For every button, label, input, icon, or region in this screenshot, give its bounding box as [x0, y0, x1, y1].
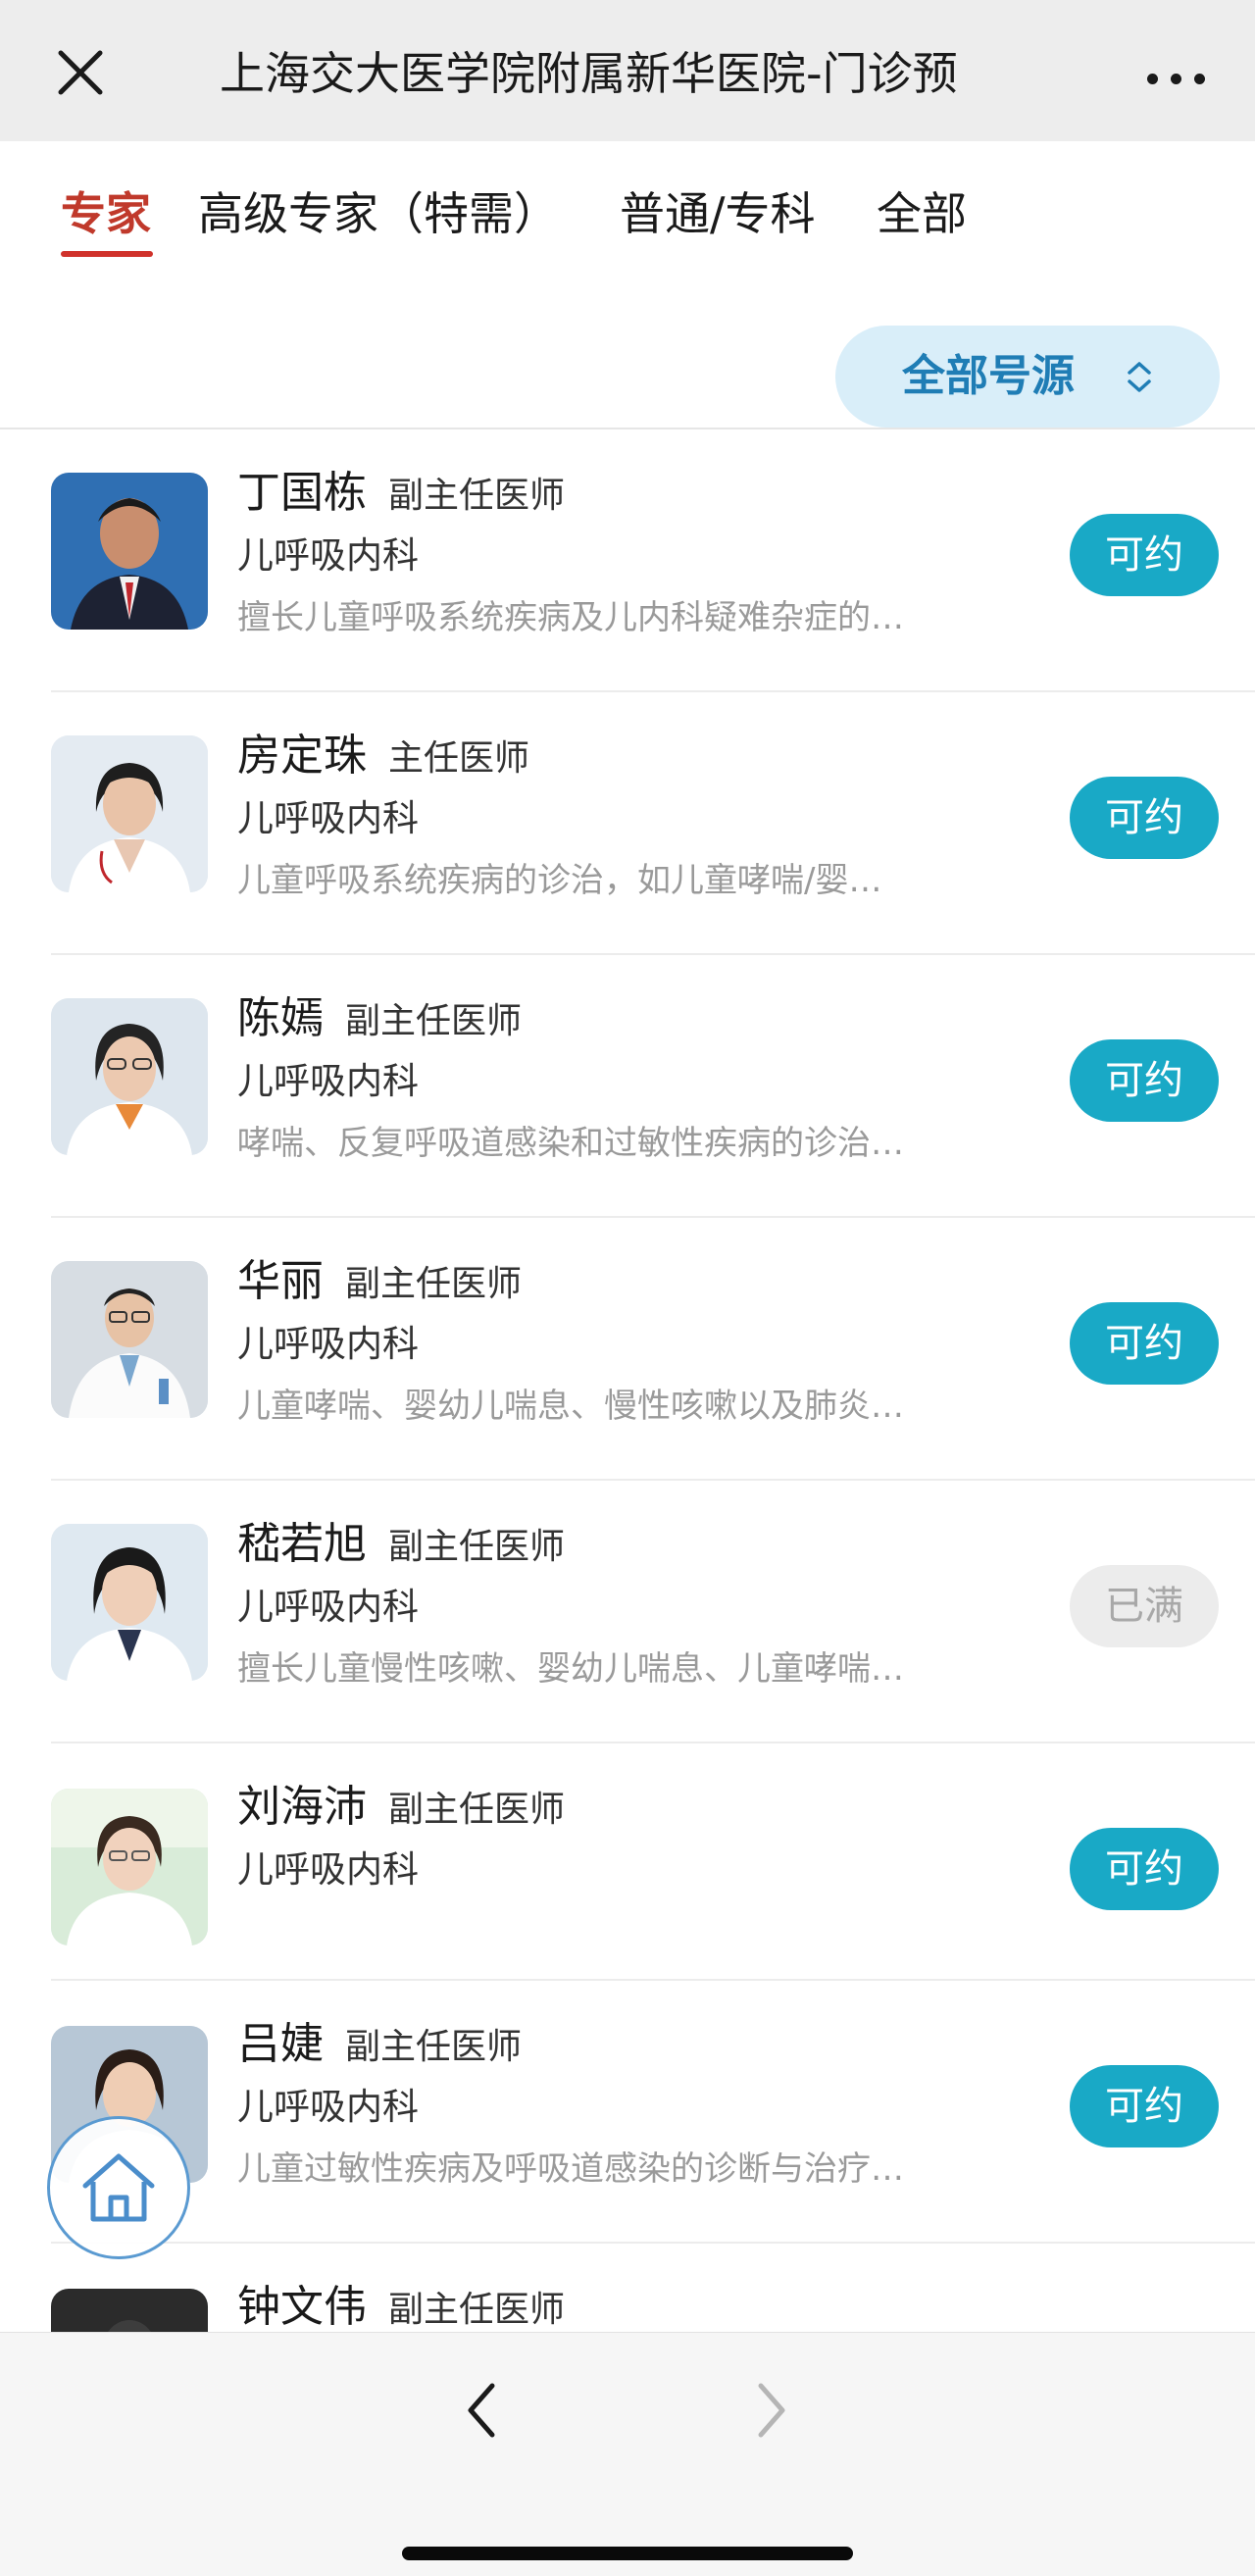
doctor-name: 吕婕 副主任医师	[237, 2019, 523, 2069]
doctor-row[interactable]: 刘海沛 副主任医师 儿呼吸内科 可约	[0, 1743, 1255, 1981]
doctor-row[interactable]: 陈嫣 副主任医师 儿呼吸内科 哮喘、反复呼吸道感染和过敏性疾病的诊治… 可约	[0, 955, 1255, 1218]
book-button-full[interactable]: 已满	[1070, 1565, 1219, 1647]
book-button[interactable]: 可约	[1070, 2065, 1219, 2147]
doctor-department: 儿呼吸内科	[237, 1323, 419, 1365]
doctor-department: 儿呼吸内科	[237, 1060, 419, 1102]
tab-expert[interactable]: 专家	[61, 184, 151, 243]
book-button[interactable]: 可约	[1070, 1828, 1219, 1910]
title-fade	[980, 35, 1059, 110]
home-button[interactable]	[47, 2116, 190, 2259]
doctor-department: 儿呼吸内科	[237, 534, 419, 577]
doctor-row[interactable]: 华丽 副主任医师 儿呼吸内科 儿童哮喘、婴幼儿喘息、慢性咳嗽以及肺炎… 可约	[0, 1218, 1255, 1481]
doctor-row[interactable]: 钟文伟 副主任医师	[0, 2244, 1255, 2332]
doctor-name: 陈嫣 副主任医师	[237, 993, 523, 1043]
home-icon	[82, 2153, 155, 2222]
doctor-row[interactable]: 房定珠 主任医师 儿呼吸内科 儿童呼吸系统疾病的诊治，如儿童哮喘/婴… 可约	[0, 692, 1255, 955]
tab-all[interactable]: 全部	[877, 184, 967, 243]
doctor-rank: 副主任医师	[388, 2290, 566, 2330]
doctor-description: 擅长儿童慢性咳嗽、婴幼儿喘息、儿童哮喘…	[237, 1649, 904, 1689]
doctor-department: 儿呼吸内科	[237, 1848, 419, 1891]
doctor-avatar	[51, 1524, 208, 1681]
more-icon[interactable]	[1137, 49, 1216, 108]
doctor-rank: 副主任医师	[345, 1264, 523, 1304]
category-tabs: 专家 高级专家（特需） 普通/专科 全部	[0, 141, 1255, 278]
book-button[interactable]: 可约	[1070, 1039, 1219, 1122]
bottom-navigation-bar	[0, 2332, 1255, 2576]
doctor-avatar	[51, 473, 208, 630]
tab-general-specialty[interactable]: 普通/专科	[620, 184, 816, 243]
doctor-rank: 副主任医师	[345, 1001, 523, 1041]
chevron-updown-icon	[1128, 362, 1151, 392]
active-tab-indicator	[61, 251, 153, 257]
home-indicator	[402, 2547, 853, 2560]
filter-label: 全部号源	[902, 351, 1075, 401]
doctor-row[interactable]: 嵇若旭 副主任医师 儿呼吸内科 擅长儿童慢性咳嗽、婴幼儿喘息、儿童哮喘… 已满	[0, 1481, 1255, 1743]
doctor-name: 钟文伟 副主任医师	[237, 2282, 566, 2332]
doctor-rank: 主任医师	[388, 738, 530, 779]
doctor-department: 儿呼吸内科	[237, 2086, 419, 2128]
page-title: 上海交大医学院附属新华医院-门诊预	[220, 47, 958, 100]
doctor-avatar	[51, 998, 208, 1155]
chevron-right-icon[interactable]	[747, 2376, 796, 2445]
tab-senior-expert[interactable]: 高级专家（特需）	[198, 184, 559, 243]
doctor-name: 刘海沛 副主任医师	[237, 1782, 566, 1832]
doctor-rank: 副主任医师	[388, 1527, 566, 1567]
doctor-name: 丁国栋 副主任医师	[237, 468, 566, 518]
doctor-description: 儿童哮喘、婴幼儿喘息、慢性咳嗽以及肺炎…	[237, 1387, 904, 1426]
doctor-row[interactable]: 丁国栋 副主任医师 儿呼吸内科 擅长儿童呼吸系统疾病及儿内科疑难杂症的… 可约	[0, 429, 1255, 692]
doctor-rank: 副主任医师	[345, 2027, 523, 2067]
doctor-description: 儿童过敏性疾病及呼吸道感染的诊断与治疗…	[237, 2149, 904, 2189]
doctor-name: 华丽 副主任医师	[237, 1256, 523, 1306]
top-navigation-bar: 上海交大医学院附属新华医院-门诊预	[0, 0, 1255, 141]
doctor-department: 儿呼吸内科	[237, 1586, 419, 1628]
doctor-avatar	[51, 1789, 208, 1945]
doctor-rank: 副主任医师	[388, 476, 566, 516]
doctor-avatar	[51, 2289, 208, 2332]
close-icon[interactable]	[49, 41, 112, 104]
book-button[interactable]: 可约	[1070, 514, 1219, 596]
doctor-description: 哮喘、反复呼吸道感染和过敏性疾病的诊治…	[237, 1124, 904, 1163]
doctor-name: 房定珠 主任医师	[237, 731, 530, 781]
doctor-name: 嵇若旭 副主任医师	[237, 1519, 566, 1569]
doctor-description: 儿童呼吸系统疾病的诊治，如儿童哮喘/婴…	[237, 861, 882, 900]
book-button[interactable]: 可约	[1070, 1302, 1219, 1385]
doctor-department: 儿呼吸内科	[237, 797, 419, 839]
doctor-avatar	[51, 735, 208, 892]
doctor-avatar	[51, 1261, 208, 1418]
book-button[interactable]: 可约	[1070, 777, 1219, 859]
source-filter-button[interactable]: 全部号源	[835, 326, 1220, 428]
doctor-description: 擅长儿童呼吸系统疾病及儿内科疑难杂症的…	[237, 598, 904, 637]
chevron-left-icon[interactable]	[457, 2376, 506, 2445]
doctor-rank: 副主任医师	[388, 1790, 566, 1830]
